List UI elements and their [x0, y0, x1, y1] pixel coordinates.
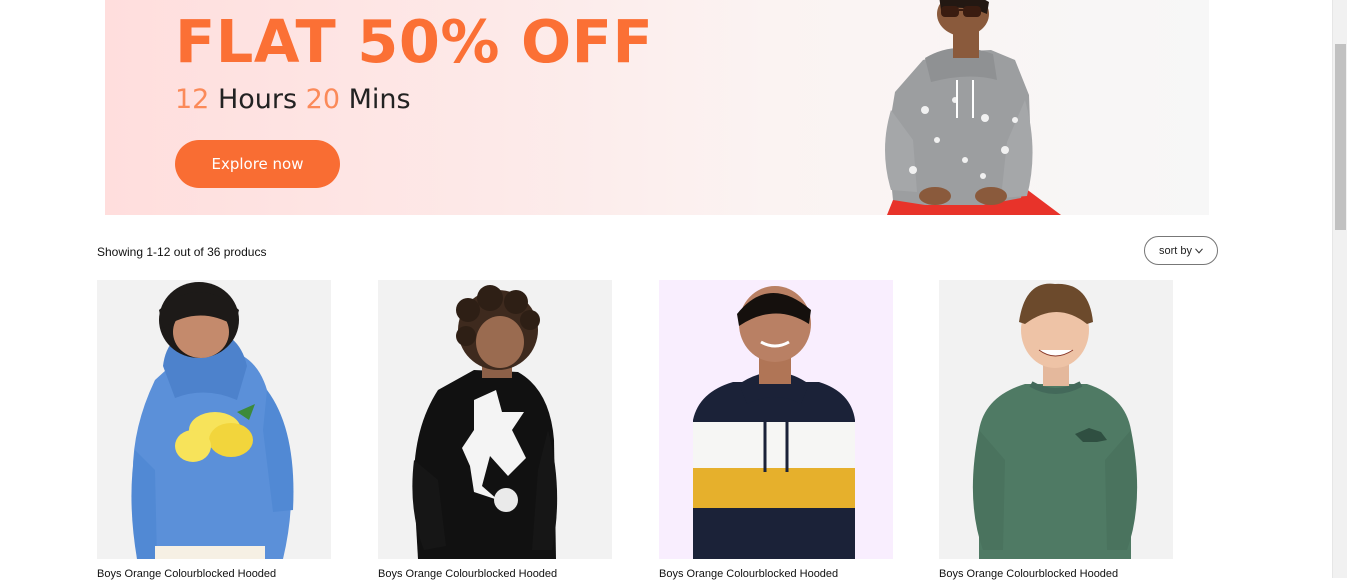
product-image[interactable] [378, 280, 612, 559]
product-card[interactable]: Boys Orange Colourblocked Hooded [659, 280, 893, 580]
banner-countdown: 12 Hours 20 Mins [175, 86, 411, 113]
promo-banner[interactable]: FLAT 50% OFF 12 Hours 20 Mins Explore no… [105, 0, 1209, 215]
scrollbar-thumb[interactable] [1335, 44, 1346, 230]
banner-title: FLAT 50% OFF [175, 7, 654, 76]
product-card[interactable]: Boys Orange Colourblocked Hooded [939, 280, 1173, 580]
sort-by-label: sort by [1158, 244, 1192, 257]
product-name[interactable]: Boys Orange Colourblocked Hooded [378, 568, 612, 580]
product-image[interactable] [97, 280, 331, 559]
product-image[interactable] [659, 280, 893, 559]
countdown-mins-label: Mins [348, 84, 411, 115]
product-card[interactable]: Boys Orange Colourblocked Hooded [378, 280, 612, 580]
countdown-mins-value: 20 [305, 84, 341, 115]
product-name[interactable]: Boys Orange Colourblocked Hooded [939, 568, 1173, 580]
product-card[interactable]: Boys Orange Colourblocked Hooded [97, 280, 331, 580]
countdown-hours-value: 12 [175, 84, 210, 115]
product-name[interactable]: Boys Orange Colourblocked Hooded [97, 568, 331, 580]
sort-by-dropdown[interactable]: sort by [1144, 236, 1218, 265]
product-name[interactable]: Boys Orange Colourblocked Hooded [659, 568, 893, 580]
result-count: Showing 1-12 out of 36 producs [97, 245, 267, 259]
countdown-hours-label: Hours [217, 84, 298, 115]
page-scrollbar[interactable] [1332, 0, 1347, 578]
banner-model-image [885, 0, 1061, 215]
explore-now-button[interactable]: Explore now [175, 140, 340, 188]
chevron-down-icon [1195, 247, 1203, 254]
product-image[interactable] [939, 280, 1173, 559]
